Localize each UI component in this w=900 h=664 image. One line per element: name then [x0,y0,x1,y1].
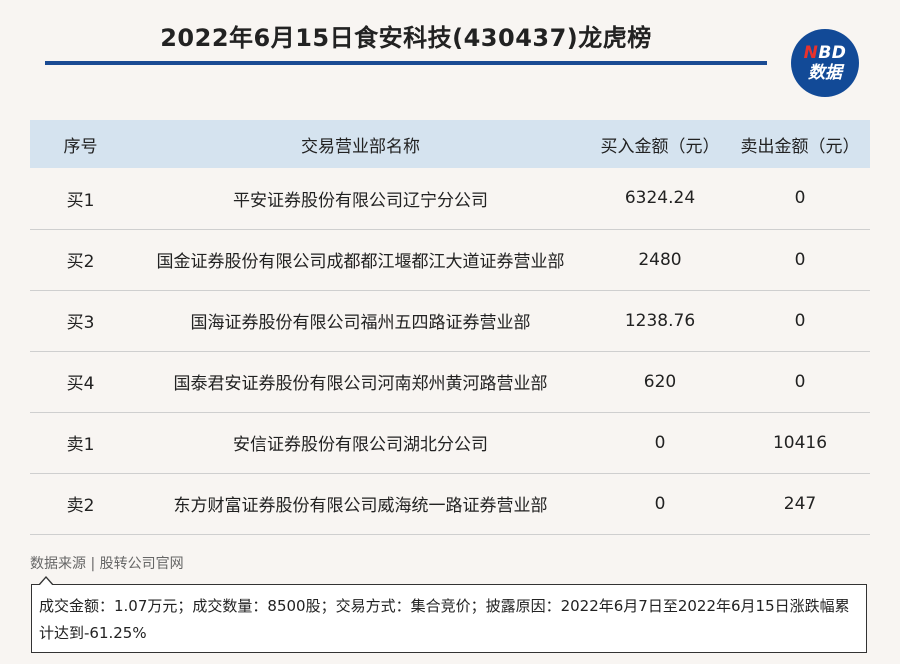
cell-sell-amount: 10416 [730,412,870,474]
logo-text-shuju: 数据 [808,62,842,83]
cell-seq: 卖1 [30,412,131,474]
cell-broker-name: 国海证券股份有限公司福州五四路证券营业部 [131,290,590,352]
nbd-logo-icon: NBD 数据 [791,29,859,97]
cell-broker-name: 国泰君安证券股份有限公司河南郑州黄河路营业部 [131,351,590,413]
cell-seq: 买1 [30,168,131,230]
cell-sell-amount: 0 [730,290,870,352]
table-row: 卖1 安信证券股份有限公司湖北分公司 0 10416 [30,412,870,474]
cell-sell-amount: 0 [730,351,870,413]
logo-letter-n: N [803,42,819,63]
cell-sell-amount: 0 [730,168,870,230]
cell-broker-name: 安信证券股份有限公司湖北分公司 [131,412,590,474]
cell-seq: 卖2 [30,473,131,535]
cell-seq: 买4 [30,351,131,413]
dragon-tiger-table: 序号 交易营业部名称 买入金额（元） 卖出金额（元） 买1 平安证券股份有限公司… [30,120,870,535]
trade-summary-note: 成交金额：1.07万元；成交数量：8500股；交易方式：集合竞价；披露原因：20… [31,576,867,653]
cell-buy-amount: 620 [590,351,730,413]
header-seq: 序号 [30,120,131,168]
header-sell-amount: 卖出金额（元） [730,120,870,168]
cell-buy-amount: 0 [590,473,730,535]
cell-broker-name: 国金证券股份有限公司成都都江堰都江大道证券营业部 [131,229,590,291]
page: 2022年6月15日食安科技(430437)龙虎榜 NBD 数据 序号 交易营业… [0,0,900,664]
cell-buy-amount: 0 [590,412,730,474]
table-row: 买3 国海证券股份有限公司福州五四路证券营业部 1238.76 0 [30,290,870,352]
cell-buy-amount: 6324.24 [590,168,730,230]
data-source: 数据来源 | 股转公司官网 [30,556,184,572]
table-row: 买4 国泰君安证券股份有限公司河南郑州黄河路营业部 620 0 [30,351,870,413]
cell-seq: 买2 [30,229,131,291]
header-broker-name: 交易营业部名称 [131,120,590,168]
header-buy-amount: 买入金额（元） [590,120,730,168]
table-row: 买1 平安证券股份有限公司辽宁分公司 6324.24 0 [30,168,870,230]
table-row: 买2 国金证券股份有限公司成都都江堰都江大道证券营业部 2480 0 [30,229,870,291]
cell-seq: 买3 [30,290,131,352]
title-divider [45,61,767,65]
page-title: 2022年6月15日食安科技(430437)龙虎榜 [160,24,652,52]
cell-buy-amount: 1238.76 [590,290,730,352]
cell-buy-amount: 2480 [590,229,730,291]
cell-broker-name: 平安证券股份有限公司辽宁分公司 [131,168,590,230]
cell-sell-amount: 247 [730,473,870,535]
table-row: 卖2 东方财富证券股份有限公司威海统一路证券营业部 0 247 [30,473,870,535]
cell-broker-name: 东方财富证券股份有限公司威海统一路证券营业部 [131,473,590,535]
table-header-row: 序号 交易营业部名称 买入金额（元） 卖出金额（元） [30,120,870,168]
cell-sell-amount: 0 [730,229,870,291]
logo-letters-bd: BD [818,42,847,63]
